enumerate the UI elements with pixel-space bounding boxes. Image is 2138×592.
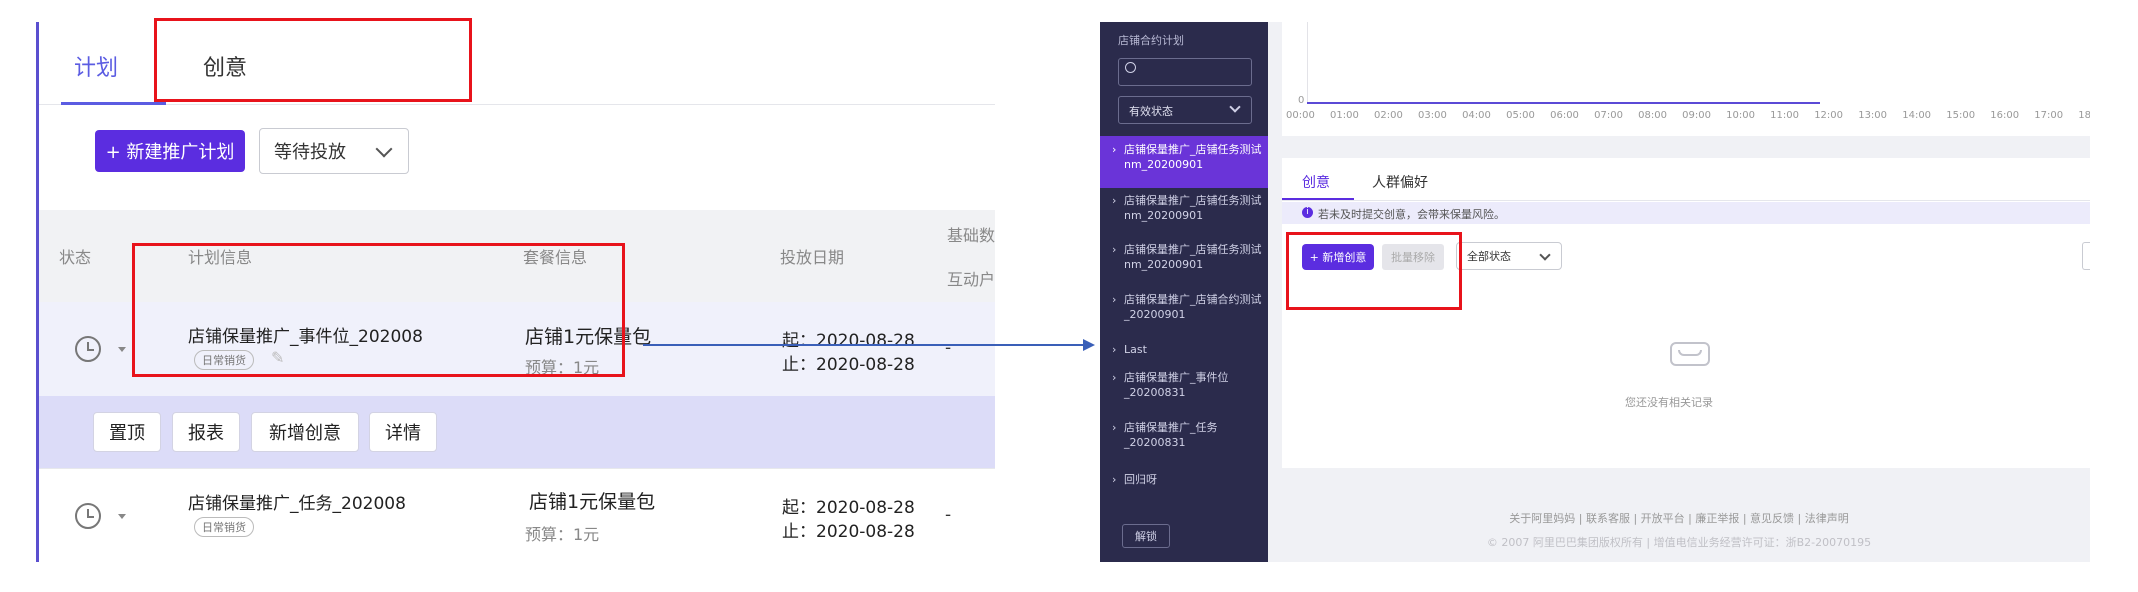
notice-text: 若未及时提交创意，会带来保量风险。 — [1318, 208, 1505, 221]
sidebar-item-label: 店铺保量推广_任务_20200831 — [1124, 421, 1218, 449]
status-filter-select[interactable]: 等待投放 — [259, 128, 409, 174]
sidebar-search-input[interactable] — [1118, 58, 1252, 86]
creative-status-select[interactable]: 全部状态 — [1456, 242, 1562, 270]
creative-card: 创意 人群偏好 i 若未及时提交创意，会带来保量风险。 + 新增创意 批量移除 … — [1282, 158, 2090, 468]
tab-creative[interactable]: 创意 — [1302, 172, 1330, 192]
hourly-chart-card: 0 00:00 01:00 02:00 03:00 04:00 05:00 06… — [1282, 22, 2090, 136]
end-date: 止：2020-08-28 — [782, 355, 915, 375]
chevron-down-icon — [1539, 249, 1551, 261]
status-filter-value: 等待投放 — [274, 142, 346, 163]
x-tick: 01:00 — [1330, 110, 1359, 121]
chart-x-axis-labels: 00:00 01:00 02:00 03:00 04:00 05:00 06:0… — [1286, 110, 2090, 121]
annotation-arrow-head-icon — [1083, 339, 1095, 351]
clock-icon — [75, 336, 101, 362]
toolbar: + 新建推广计划 等待投放 — [39, 105, 995, 210]
footer-copyright: © 2007 阿里巴巴集团版权所有 | 增值电信业务经营许可证：浙B2-2007… — [1486, 536, 1872, 549]
sidebar-item-label: 店铺保量推广_事件位_20200831 — [1124, 371, 1229, 399]
col-basic: 基础数 — [947, 226, 995, 245]
new-plan-button[interactable]: + 新建推广计划 — [95, 130, 245, 172]
col-status: 状态 — [59, 248, 92, 267]
col-interaction: 互动户 — [947, 270, 995, 289]
sidebar-status-select[interactable]: 有效状态 — [1118, 96, 1252, 124]
chevron-right-icon: › — [1112, 243, 1117, 256]
unlock-button[interactable]: 解锁 — [1122, 524, 1170, 548]
col-delivery-date: 投放日期 — [780, 248, 845, 267]
sidebar-status-value: 有效状态 — [1129, 105, 1173, 118]
sidebar-item-label: 回归呀 — [1124, 473, 1157, 486]
creative-status-value: 全部状态 — [1467, 250, 1511, 263]
x-tick: 06:00 — [1550, 110, 1579, 121]
plan-name: 店铺保量推广_任务_202008 — [188, 494, 406, 514]
chart-y-zero: 0 — [1298, 95, 1305, 106]
caret-down-icon[interactable] — [118, 347, 126, 352]
sidebar-title: 店铺合约计划 — [1118, 34, 1184, 47]
sidebar-item-label: 店铺保量推广_店铺合约测试_20200901 — [1124, 293, 1262, 321]
row-actions-bar: 置顶 报表 新增创意 详情 — [39, 396, 995, 468]
x-tick: 00:00 — [1286, 110, 1315, 121]
info-icon: i — [1302, 207, 1313, 218]
chevron-right-icon: › — [1112, 143, 1117, 156]
sidebar-item-label: 店铺保量推广_店铺任务测试nm_20200901 — [1124, 143, 1262, 171]
empty-inbox-icon — [1670, 342, 1710, 366]
x-tick: 15:00 — [1946, 110, 1976, 121]
start-date: 起：2020-08-28 — [782, 331, 915, 351]
start-date: 起：2020-08-28 — [782, 498, 915, 518]
x-tick: 10:00 — [1726, 110, 1755, 121]
x-tick: 13:00 — [1858, 110, 1888, 121]
details-button[interactable]: 详情 — [369, 412, 437, 452]
add-creative-button[interactable]: 新增创意 — [251, 412, 359, 452]
annotation-box-plan-row — [132, 243, 625, 377]
x-tick: 08:00 — [1638, 110, 1667, 121]
search-icon — [1125, 62, 1136, 73]
package-name: 店铺1元保量包 — [529, 491, 656, 513]
annotation-arrow-line — [643, 344, 1083, 346]
x-tick: 04:00 — [1462, 110, 1491, 121]
annotation-box-creative-tab — [154, 18, 472, 102]
clock-icon — [75, 503, 101, 529]
caret-down-icon[interactable] — [118, 514, 126, 519]
partial-control[interactable] — [2082, 242, 2090, 270]
tab-plan[interactable]: 计划 — [74, 50, 118, 82]
chevron-right-icon: › — [1112, 194, 1117, 207]
notice-bar: i 若未及时提交创意，会带来保量风险。 — [1282, 202, 2090, 224]
x-tick: 03:00 — [1418, 110, 1447, 121]
end-date: 止：2020-08-28 — [782, 522, 915, 542]
x-tick: 02:00 — [1374, 110, 1403, 121]
footer: 关于阿里妈妈 | 联系客服 | 开放平台 | 廉正举报 | 意见反馈 | 法律声… — [1268, 510, 2090, 550]
basic-value: - — [945, 338, 952, 358]
package-budget: 预算：1元 — [525, 525, 600, 544]
sidebar-item-label: Last — [1124, 343, 1147, 356]
x-tick: 14:00 — [1902, 110, 1932, 121]
x-tick: 11:00 — [1770, 110, 1799, 121]
sidebar-item-label: 店铺保量推广_店铺任务测试nm_20200901 — [1124, 194, 1262, 222]
tab-divider — [1282, 200, 2090, 201]
x-tick: 17:00 — [2034, 110, 2064, 121]
chevron-down-icon — [1229, 101, 1241, 113]
chevron-right-icon: › — [1112, 421, 1117, 434]
plan-sidebar: 店铺合约计划 有效状态 › 店铺保量推广_店铺任务测试nm_20200901 ›… — [1100, 22, 1268, 562]
sidebar-item-label: 店铺保量推广_店铺任务测试nm_20200901 — [1124, 243, 1262, 271]
chart-series-line — [1307, 102, 1820, 104]
x-tick: 05:00 — [1506, 110, 1535, 121]
plan-tag: 日常销货 — [194, 517, 254, 537]
x-tick: 16:00 — [1990, 110, 2020, 121]
tab-audience-preference[interactable]: 人群偏好 — [1372, 172, 1428, 192]
x-tick: 07:00 — [1594, 110, 1623, 121]
report-button[interactable]: 报表 — [172, 412, 240, 452]
chevron-down-icon — [375, 140, 393, 158]
empty-state-text: 您还没有相关记录 — [1625, 396, 1713, 409]
chart-y-axis — [1307, 22, 1308, 102]
annotation-box-add-creative — [1286, 232, 1462, 310]
x-tick: 18:00 — [2078, 110, 2090, 121]
basic-value: - — [945, 505, 952, 525]
x-tick: 09:00 — [1682, 110, 1711, 121]
chevron-right-icon: › — [1112, 293, 1117, 306]
pin-button[interactable]: 置顶 — [93, 412, 161, 452]
footer-links[interactable]: 关于阿里妈妈 | 联系客服 | 开放平台 | 廉正举报 | 意见反馈 | 法律声… — [1268, 510, 2090, 526]
x-tick: 12:00 — [1814, 110, 1844, 121]
chevron-right-icon: › — [1112, 473, 1117, 486]
table-row[interactable]: 店铺保量推广_任务_202008 日常销货 店铺1元保量包 预算：1元 起：20… — [39, 468, 995, 562]
chevron-right-icon: › — [1112, 371, 1117, 384]
chevron-right-icon: › — [1112, 343, 1117, 356]
